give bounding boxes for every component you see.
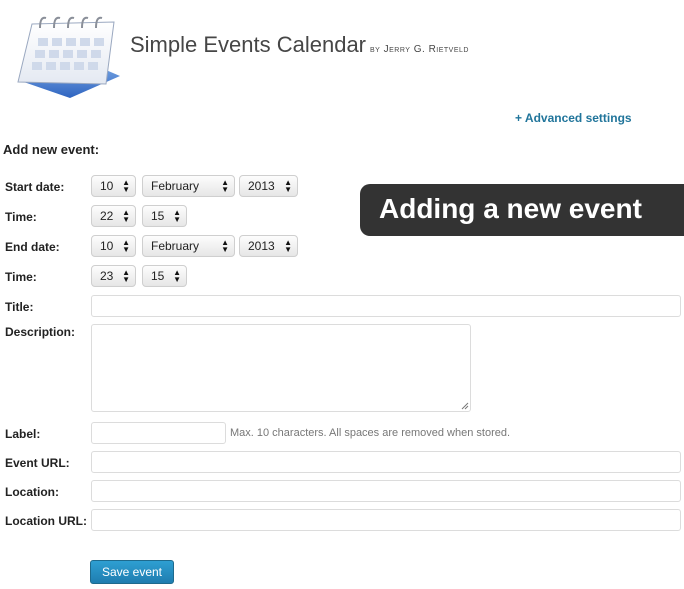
up-down-arrows-icon: ▲ ▼ [122,178,130,194]
up-down-arrows-icon: ▲ ▼ [122,208,130,224]
start-month-value: February [151,179,200,193]
label-label: Label: [5,427,41,441]
end-date-label: End date: [5,240,60,254]
start-day-select[interactable]: 10 ▲ ▼ [91,175,136,197]
start-year-select[interactable]: 2013 ▲ ▼ [239,175,298,197]
end-year-value: 2013 [248,239,275,253]
start-month-select[interactable]: February ▲ ▼ [142,175,235,197]
calendar-logo-icon [10,10,122,102]
location-input[interactable] [91,480,681,502]
event-url-label: Event URL: [5,456,70,470]
resize-handle-icon[interactable] [461,402,469,410]
description-textarea[interactable] [91,324,471,412]
end-time-label: Time: [5,270,37,284]
end-minute-value: 15 [151,269,165,283]
up-down-arrows-icon: ▲ ▼ [284,238,292,254]
end-day-value: 10 [100,239,114,253]
overlay-banner: Adding a new event [360,184,684,236]
plugin-name: Simple Events Calendar [130,32,367,57]
location-url-input[interactable] [91,509,681,531]
plugin-title: Simple Events Calendar by Jerry G. Rietve… [130,32,469,58]
section-title: Add new event: [3,142,100,157]
start-date-label: Start date: [5,180,65,194]
up-down-arrows-icon: ▲ ▼ [122,268,130,284]
label-input[interactable] [91,422,226,444]
end-hour-value: 23 [100,269,114,283]
up-down-arrows-icon: ▲ ▼ [284,178,292,194]
up-down-arrows-icon: ▲ ▼ [221,238,229,254]
title-input[interactable] [91,295,681,317]
end-month-value: February [151,239,200,253]
end-month-select[interactable]: February ▲ ▼ [142,235,235,257]
start-minute-select[interactable]: 15 ▲ ▼ [142,205,187,227]
start-day-value: 10 [100,179,114,193]
end-minute-select[interactable]: 15 ▲ ▼ [142,265,187,287]
event-url-input[interactable] [91,451,681,473]
start-hour-value: 22 [100,209,114,223]
up-down-arrows-icon: ▲ ▼ [221,178,229,194]
location-label: Location: [5,485,59,499]
advanced-settings-link[interactable]: + Advanced settings [515,111,632,125]
start-year-value: 2013 [248,179,275,193]
label-hint: Max. 10 characters. All spaces are remov… [230,427,511,439]
plugin-byline: by Jerry G. Rietveld [370,44,469,55]
up-down-arrows-icon: ▲ ▼ [173,208,181,224]
location-url-label: Location URL: [5,514,87,528]
start-time-label: Time: [5,210,37,224]
save-event-button[interactable]: Save event [90,560,174,584]
up-down-arrows-icon: ▲ ▼ [173,268,181,284]
title-label: Title: [5,300,34,314]
up-down-arrows-icon: ▲ ▼ [122,238,130,254]
start-minute-value: 15 [151,209,165,223]
end-hour-select[interactable]: 23 ▲ ▼ [91,265,136,287]
start-hour-select[interactable]: 22 ▲ ▼ [91,205,136,227]
description-label: Description: [5,325,76,339]
end-year-select[interactable]: 2013 ▲ ▼ [239,235,298,257]
end-day-select[interactable]: 10 ▲ ▼ [91,235,136,257]
